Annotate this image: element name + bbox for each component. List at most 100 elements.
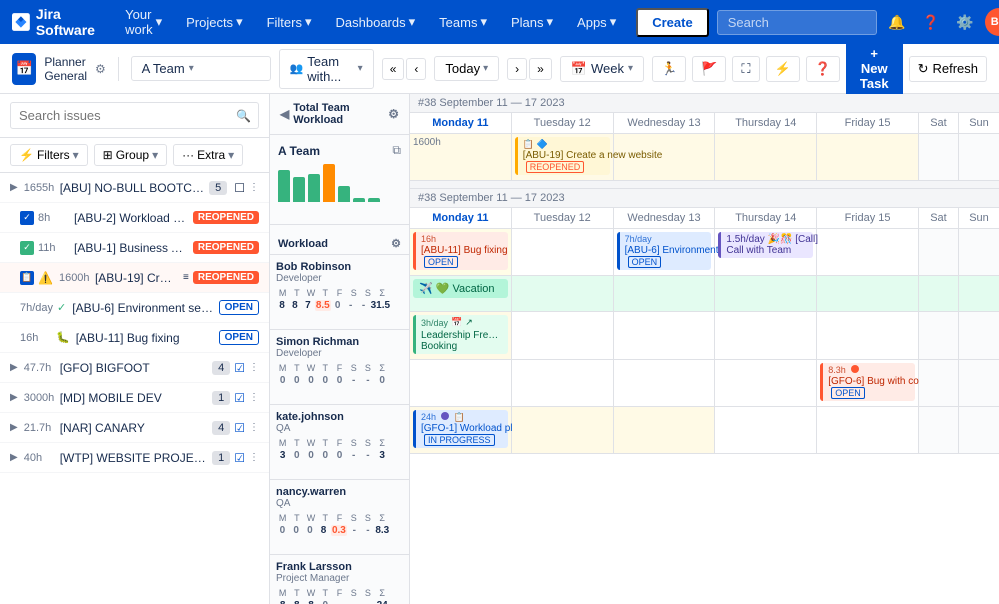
copy-icon[interactable]: ⧉ bbox=[392, 143, 401, 158]
sidebar-search-area: 🔍 bbox=[0, 94, 269, 138]
bob-sat-cell bbox=[919, 229, 959, 275]
next-button[interactable]: › bbox=[507, 58, 527, 80]
projects-menu[interactable]: Projects ▾ bbox=[178, 10, 251, 34]
calendar-event[interactable]: 3h/day 📅 ↗ Leadership Freak | Booking bbox=[413, 315, 508, 354]
list-item[interactable]: 📋 ⚠️ 1600h [ABU-19] Create a new website… bbox=[0, 263, 269, 293]
second-toolbar: 📅 Planner General ⚙ A Team ▾ 👥 Team with… bbox=[0, 44, 999, 94]
workload-day-headers: Monday 11 Tuesday 12 Wednesday 13 Thursd… bbox=[410, 208, 999, 229]
notifications-icon[interactable]: 🔔 bbox=[883, 8, 911, 36]
create-button[interactable]: Create bbox=[636, 8, 708, 37]
calendar-small-icon: 📅 bbox=[451, 317, 462, 328]
nav-arrows: « ‹ bbox=[382, 58, 427, 80]
list-item[interactable]: 16h 🐛 [ABU-11] Bug fixing OPEN bbox=[0, 323, 269, 353]
nancy-wed-cell bbox=[614, 360, 716, 406]
calendar-event[interactable]: 1.5h/day 🎉🎊 [Call] Call with Team bbox=[718, 232, 813, 258]
workload-settings-icon[interactable]: ⚙ bbox=[391, 237, 401, 250]
calendar-event[interactable]: 7h/day [ABU-6] Environment setup OPEN bbox=[617, 232, 712, 270]
person-role: QA bbox=[276, 423, 403, 434]
today-button[interactable]: Today ▾ bbox=[434, 56, 499, 81]
top-search-input[interactable] bbox=[717, 10, 877, 35]
vacation-event[interactable]: ✈️ 💚 Vacation bbox=[413, 279, 508, 298]
item-icon: 📋 bbox=[20, 271, 34, 285]
cal-cell-mon: 1600h bbox=[410, 134, 512, 180]
fullscreen-icon-btn[interactable]: ⛶ bbox=[732, 56, 759, 82]
skip-back-button[interactable]: « bbox=[382, 58, 405, 80]
day-header-mon: Monday 11 bbox=[410, 113, 512, 133]
calendar-event[interactable]: 📋 🔷 [ABU-19] Create a new website REOPEN… bbox=[515, 137, 610, 175]
workload-row-kate: 3h/day 📅 ↗ Leadership Freak | Booking bbox=[410, 312, 999, 360]
week-label-row: #38 September 11 — 17 2023 bbox=[410, 94, 999, 113]
flag-icon-btn[interactable]: 🚩 bbox=[692, 56, 726, 82]
search-input[interactable] bbox=[10, 102, 259, 129]
main-layout: 🔍 ⚡ Filters ▾ ⊞ Group ▾ ··· Extra ▾ ▶ bbox=[0, 94, 999, 604]
planner-title-main: Planner bbox=[44, 55, 87, 69]
dashboards-menu[interactable]: Dashboards ▾ bbox=[328, 10, 424, 34]
avatar[interactable]: BR bbox=[985, 8, 999, 36]
person-days-header: MTWTFSSΣ bbox=[276, 363, 403, 373]
team-with-selector[interactable]: 👥 Team with... ▾ bbox=[279, 49, 374, 89]
filters-menu[interactable]: Filters ▾ bbox=[259, 10, 320, 34]
list-item[interactable]: 7h/day ✓ [ABU-6] Environment setup OPEN bbox=[0, 293, 269, 323]
simon-tue-cell bbox=[512, 276, 614, 311]
teams-menu[interactable]: Teams ▾ bbox=[431, 10, 495, 34]
calendar-event[interactable]: 16h [ABU-11] Bug fixing OPEN bbox=[413, 232, 508, 270]
list-item[interactable]: ▶ 40h [WTP] WEBSITE PROJECT 1 ☑ ⋮ bbox=[0, 443, 269, 473]
view-selector[interactable]: 📅 Week ▾ bbox=[560, 56, 644, 82]
simon-wed-cell bbox=[614, 276, 716, 311]
frank-mon-cell: 24h 📋 [GFO-1] Workload planning IN PROGR… bbox=[410, 407, 512, 453]
bob-sun-cell bbox=[959, 229, 999, 275]
list-item[interactable]: ▶ 47.7h [GFO] BIGFOOT 4 ☑ ⋮ bbox=[0, 353, 269, 383]
more-icon: ⋮ bbox=[249, 362, 259, 373]
status-badge: REOPENED bbox=[193, 211, 259, 224]
help-circle-icon-btn[interactable]: ❓ bbox=[806, 56, 840, 82]
frank-wed-cell bbox=[614, 407, 716, 453]
person-days-header: MTWTFSSΣ bbox=[276, 513, 403, 523]
extra-button[interactable]: ··· Extra ▾ bbox=[173, 144, 243, 166]
item-icon: ✓ bbox=[20, 211, 34, 225]
bob-mon-cell: 16h [ABU-11] Bug fixing OPEN bbox=[410, 229, 512, 275]
bob-wed-cell: 7h/day [ABU-6] Environment setup OPEN bbox=[614, 229, 716, 275]
list-item[interactable]: ▶ 21.7h [NAR] CANARY 4 ☑ ⋮ bbox=[0, 413, 269, 443]
apps-menu[interactable]: Apps ▾ bbox=[569, 10, 624, 34]
workload-calendar-section: #38 September 11 — 17 2023 Monday 11 Tue… bbox=[410, 189, 999, 454]
workload-row-nancy: 8.3h [GFO-6] Bug with colors OPEN bbox=[410, 360, 999, 407]
sprint-icon-btn[interactable]: 🏃 bbox=[652, 56, 686, 82]
settings-icon[interactable]: ⚙ bbox=[388, 107, 399, 121]
day-header-thu: Thursday 14 bbox=[715, 113, 817, 133]
group-button[interactable]: ⊞ Group ▾ bbox=[94, 144, 167, 166]
kate-tue-cell bbox=[512, 312, 614, 359]
plans-menu[interactable]: Plans ▾ bbox=[503, 10, 561, 34]
skip-forward-button[interactable]: » bbox=[529, 58, 552, 80]
list-item[interactable]: ✓ 11h [ABU-1] Business Analytics. ... RE… bbox=[0, 233, 269, 263]
cal-cell-fri bbox=[817, 134, 919, 180]
filter-icon-btn[interactable]: ⚡ bbox=[766, 56, 800, 82]
logo[interactable]: Jira Software bbox=[12, 6, 101, 38]
new-task-button[interactable]: + New Task bbox=[846, 40, 903, 97]
refresh-button[interactable]: ↻ Refresh bbox=[909, 56, 987, 82]
your-work-menu[interactable]: Your work ▾ bbox=[117, 3, 170, 41]
cal-cell-sat bbox=[919, 134, 959, 180]
kate-mon-cell: 3h/day 📅 ↗ Leadership Freak | Booking bbox=[410, 312, 512, 359]
person-name: Frank Larsson bbox=[276, 561, 403, 573]
expand-icon: ▶ bbox=[10, 182, 18, 193]
list-item[interactable]: ▶ 1655h [ABU] NO-BULL BOOTCAMP 5 ☐ ⋮ bbox=[0, 173, 269, 203]
settings-icon[interactable]: ⚙️ bbox=[951, 8, 979, 36]
collapse-button[interactable]: ◀ bbox=[280, 107, 289, 121]
list-item[interactable]: ▶ 3000h [MD] MOBILE DEV 1 ☑ ⋮ bbox=[0, 383, 269, 413]
team-selector[interactable]: A Team ▾ bbox=[131, 56, 271, 81]
calendar-event[interactable]: 8.3h [GFO-6] Bug with colors OPEN bbox=[820, 363, 915, 401]
list-item[interactable]: ✓ 8h [ABU-2] Workload planning REOPENED bbox=[0, 203, 269, 233]
checkbox-icon: ☑ bbox=[234, 361, 245, 375]
workload-row-simon: ✈️ 💚 Vacation bbox=[410, 276, 999, 312]
prev-button[interactable]: ‹ bbox=[406, 58, 426, 80]
sidebar-filter-bar: ⚡ Filters ▾ ⊞ Group ▾ ··· Extra ▾ bbox=[0, 138, 269, 173]
day-header-sun: Sun bbox=[959, 113, 999, 133]
help-icon[interactable]: ❓ bbox=[917, 8, 945, 36]
calendar-icon: 🔷 bbox=[537, 139, 548, 149]
calendar-event[interactable]: 24h 📋 [GFO-1] Workload planning IN PROGR… bbox=[413, 410, 508, 448]
person-row-simon: Simon Richman Developer MTWTFSSΣ 0 0 0 0… bbox=[270, 330, 409, 392]
filters-button[interactable]: ⚡ Filters ▾ bbox=[10, 144, 88, 166]
kate-sat-cell bbox=[919, 312, 959, 359]
checkbox-icon: ☑ bbox=[234, 421, 245, 435]
settings-cog-icon[interactable]: ⚙ bbox=[95, 62, 106, 76]
